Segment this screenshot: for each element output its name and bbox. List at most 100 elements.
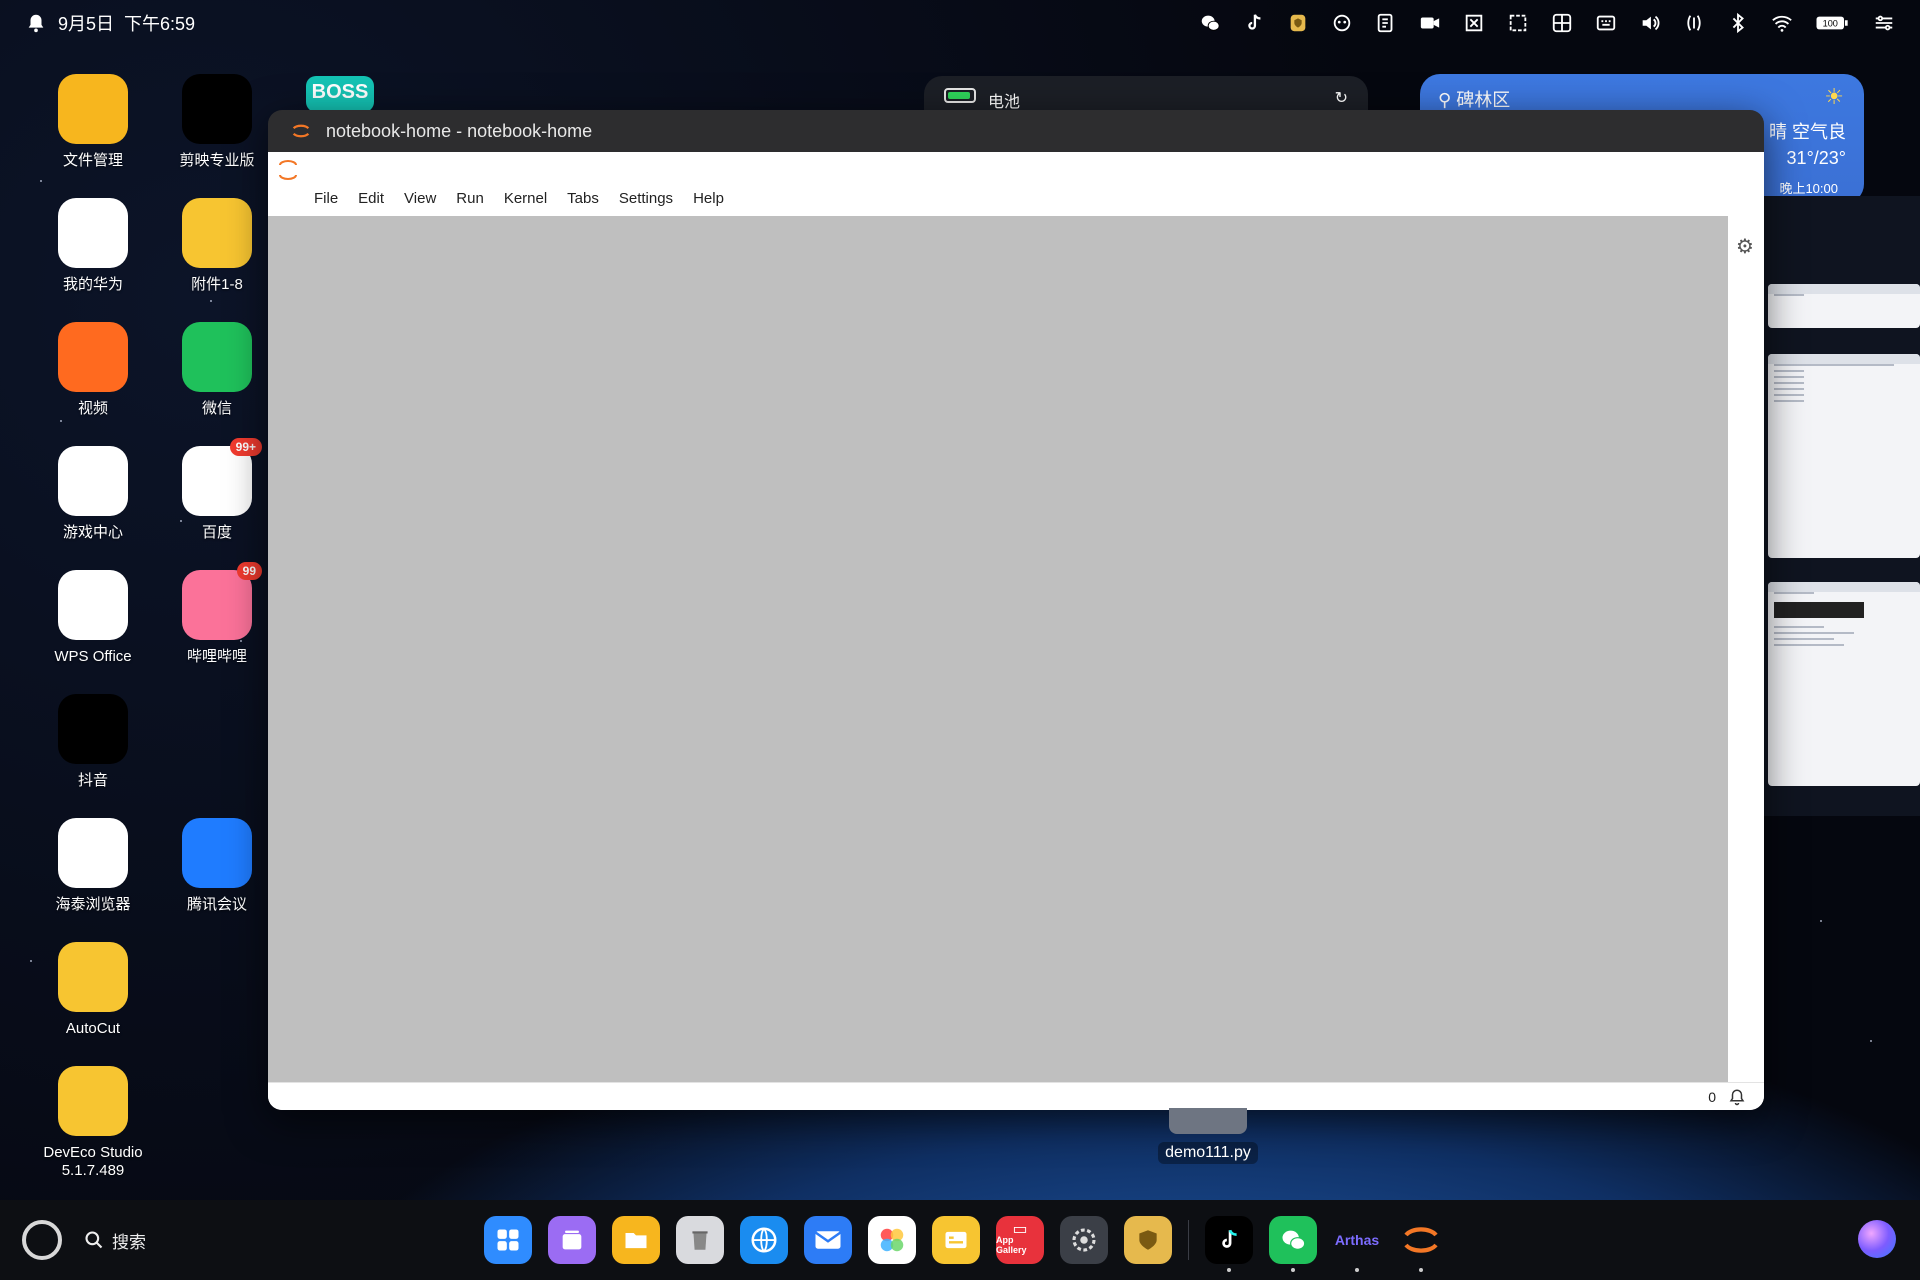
screen-record-icon[interactable] — [1418, 11, 1442, 35]
taskbar-search[interactable]: 搜索 — [84, 1228, 146, 1253]
location-pin-icon: ⚲ — [1438, 90, 1452, 110]
python-file-icon — [1169, 1108, 1247, 1134]
wechat-status-icon[interactable] — [1198, 11, 1222, 35]
desktop-file-demo111[interactable]: demo111.py — [1158, 1108, 1258, 1164]
jupyterlab-content: File Edit View Run Kernel Tabs Settings … — [268, 152, 1764, 1110]
menu-edit[interactable]: Edit — [358, 190, 384, 207]
desktop-icon[interactable]: 99 哔哩哔哩 — [152, 562, 282, 666]
gallery-icon[interactable] — [868, 1216, 916, 1264]
desktop-icon-label: AutoCut — [65, 1020, 121, 1037]
jupyter-logo-icon — [292, 124, 310, 138]
recent-window-thumbnail[interactable] — [1768, 582, 1920, 786]
control-center-icon[interactable] — [1872, 11, 1896, 35]
browser-dock-icon[interactable] — [740, 1216, 788, 1264]
browser-icon — [58, 818, 128, 888]
menu-settings[interactable]: Settings — [619, 190, 673, 207]
desktop-icon[interactable]: 腾讯会议 — [152, 818, 282, 914]
desktop-icon-label: DevEco Studio 5.1.7.489 — [43, 1144, 143, 1179]
bag-icon: ▭ — [1012, 1221, 1028, 1238]
tencent-meeting-icon — [182, 818, 252, 888]
status-date: 9月5日 — [58, 14, 115, 34]
desktop-icon-label: 百度 — [201, 524, 232, 541]
desktop-icon[interactable]: 文件管理 — [28, 74, 158, 170]
security-shield-icon[interactable] — [1124, 1216, 1172, 1264]
desktop-icon[interactable]: WPS Office — [28, 570, 158, 666]
desktop-icon-label: 游戏中心 — [62, 524, 123, 541]
mail-icon[interactable] — [804, 1216, 852, 1264]
property-inspector-gear-icon[interactable]: ⚙ — [1736, 234, 1754, 259]
taskbar: 搜索 ▭ App Gallery Arthas — [0, 1200, 1920, 1280]
note-status-icon[interactable] — [1374, 11, 1398, 35]
notification-bell-icon[interactable] — [24, 11, 48, 35]
assistant-orb-icon[interactable] — [1858, 1220, 1896, 1258]
douyin-dock-icon[interactable] — [1205, 1216, 1253, 1272]
menu-tabs[interactable]: Tabs — [567, 190, 599, 207]
jupyterlab-window: notebook-home - notebook-home File Edit … — [268, 110, 1764, 1110]
main-work-area[interactable] — [268, 216, 1728, 1082]
window-titlebar[interactable]: notebook-home - notebook-home — [268, 110, 1764, 152]
boss-app-chip[interactable]: BOSS — [306, 76, 374, 112]
trash-icon[interactable] — [676, 1216, 724, 1264]
recent-window-thumbnail[interactable] — [1768, 354, 1920, 558]
douyin-icon — [58, 694, 128, 764]
file-manager-dock-icon[interactable] — [612, 1216, 660, 1264]
arthas-app[interactable]: Arthas — [1333, 1216, 1381, 1272]
app-center-icon[interactable] — [484, 1216, 532, 1264]
baidu-icon: 99+ — [182, 438, 262, 516]
menu-view[interactable]: View — [404, 190, 436, 207]
multitask-icon[interactable] — [548, 1216, 596, 1264]
app-gallery-icon[interactable]: ▭ App Gallery — [996, 1216, 1044, 1264]
menu-kernel[interactable]: Kernel — [504, 190, 547, 207]
settings-icon[interactable] — [1060, 1216, 1108, 1264]
status-count: 0 — [1708, 1088, 1716, 1105]
notification-badge: 99 — [236, 562, 262, 580]
wechat-dock-icon[interactable] — [1269, 1216, 1317, 1272]
menu-file[interactable]: File — [314, 190, 338, 207]
desktop-icon-label: 附件1-8 — [191, 276, 243, 293]
shield-status-icon[interactable] — [1286, 11, 1310, 35]
notification-bell-icon[interactable] — [1728, 1088, 1746, 1106]
split-screen-icon[interactable] — [1550, 11, 1574, 35]
desktop-icon[interactable]: 海泰浏览器 — [28, 818, 158, 914]
arthas-label: Arthas — [1334, 1232, 1380, 1248]
keyboard-icon[interactable] — [1594, 11, 1618, 35]
notification-badge: 99+ — [229, 438, 262, 456]
nfc-icon[interactable] — [1682, 11, 1706, 35]
bluetooth-icon[interactable] — [1726, 11, 1750, 35]
desktop-icon[interactable]: 我的华为 — [28, 198, 158, 294]
start-button[interactable] — [22, 1220, 62, 1260]
video-icon — [58, 322, 128, 392]
desktop-icon[interactable]: 微信 — [152, 322, 282, 418]
desktop-icon[interactable]: 99+ 百度 — [152, 438, 282, 542]
volume-icon[interactable] — [1638, 11, 1662, 35]
folder-icon — [58, 1066, 128, 1136]
desktop-icon-label: 海泰浏览器 — [55, 896, 131, 913]
desktop-icon[interactable]: AutoCut — [28, 942, 158, 1038]
search-icon — [85, 1231, 103, 1249]
desktop-icon[interactable]: 附件1-8 — [152, 198, 282, 294]
notes-icon[interactable] — [932, 1216, 980, 1264]
assistant-status-icon[interactable] — [1330, 11, 1354, 35]
crop-icon[interactable] — [1506, 11, 1530, 35]
recent-window-thumbnail[interactable] — [1768, 284, 1920, 328]
refresh-icon[interactable]: ↻ — [1335, 88, 1348, 108]
desktop-file-name: demo111.py — [1158, 1142, 1258, 1164]
desktop-icon-label: 腾讯会议 — [186, 896, 247, 913]
jupyter-dock-icon[interactable] — [1397, 1216, 1445, 1272]
desktop-icon[interactable]: 视频 — [28, 322, 158, 418]
desktop-icon[interactable]: 游戏中心 — [28, 446, 158, 542]
wifi-icon[interactable] — [1770, 11, 1794, 35]
desktop-icon[interactable]: DevEco Studio 5.1.7.489 — [28, 1066, 158, 1180]
menu-run[interactable]: Run — [456, 190, 484, 207]
dock: ▭ App Gallery Arthas — [484, 1200, 1445, 1280]
desktop-icon-label: 我的华为 — [62, 276, 123, 293]
desktop-icon[interactable]: 剪映专业版 — [152, 74, 282, 170]
menu-help[interactable]: Help — [693, 190, 724, 207]
screenshot-icon[interactable] — [1462, 11, 1486, 35]
battery-icon[interactable]: 100 — [1814, 11, 1852, 35]
douyin-status-icon[interactable] — [1242, 11, 1266, 35]
recent-windows-strip — [1764, 196, 1920, 816]
jupyter-small-logo-icon[interactable] — [278, 158, 298, 182]
desktop-icon-label: 微信 — [201, 400, 232, 417]
desktop-icon[interactable]: 抖音 — [28, 694, 158, 790]
